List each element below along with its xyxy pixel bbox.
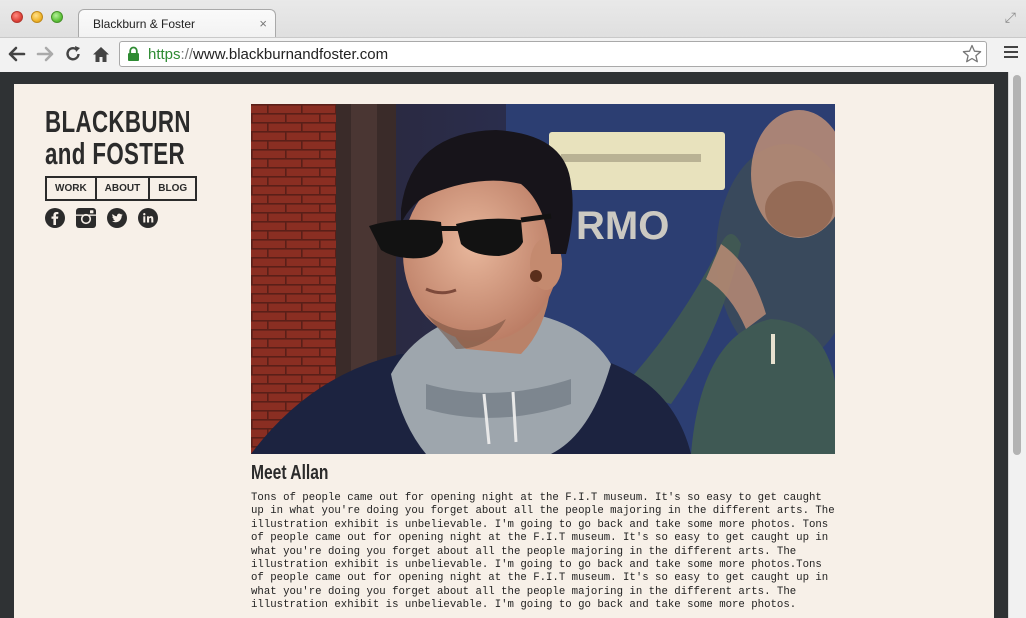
site-logo[interactable]: BLACKBURN and FOSTER — [45, 106, 191, 170]
page-content: BLACKBURN and FOSTER WORK ABOUT BLOG RMO… — [14, 84, 994, 618]
portrait-image: RMO — [251, 104, 835, 454]
linkedin-icon[interactable] — [138, 208, 158, 228]
url-scheme: https — [148, 46, 181, 63]
window-minimize-button[interactable] — [31, 11, 43, 23]
article-title: Meet Allan — [251, 462, 329, 484]
browser-toolbar: https://www.blackburnandfoster.com — [0, 37, 1026, 72]
svg-text:RMO: RMO — [576, 204, 669, 248]
window-maximize-button[interactable] — [51, 11, 63, 23]
nav-blog-link[interactable]: BLOG — [150, 178, 195, 199]
social-links — [45, 208, 158, 228]
back-arrow-icon — [8, 46, 26, 62]
logo-line-2: and FOSTER — [45, 136, 186, 171]
nav-about-link[interactable]: ABOUT — [97, 178, 151, 199]
nav-work-link[interactable]: WORK — [47, 178, 97, 199]
lock-icon — [128, 46, 139, 61]
instagram-icon[interactable] — [76, 208, 96, 228]
tab-close-icon[interactable]: × — [259, 16, 267, 31]
url-text[interactable]: https://www.blackburnandfoster.com — [148, 46, 388, 63]
tab-title: Blackburn & Foster — [93, 17, 196, 31]
forward-arrow-icon — [36, 46, 54, 62]
facebook-icon[interactable] — [45, 208, 65, 228]
logo-line-1: BLACKBURN — [45, 104, 191, 139]
hero-photo: RMO — [251, 104, 835, 454]
browser-tab[interactable]: Blackburn & Foster × — [78, 9, 276, 38]
scrollbar-thumb[interactable] — [1013, 75, 1021, 455]
browser-menu-icon[interactable] — [1004, 46, 1018, 61]
back-button[interactable] — [6, 42, 28, 66]
site-nav: WORK ABOUT BLOG — [45, 176, 198, 201]
url-host: www.blackburnandfoster.com — [193, 46, 389, 63]
fullscreen-icon[interactable]: ⤢ — [1005, 9, 1016, 26]
url-separator: :// — [180, 46, 194, 63]
bookmark-star-icon[interactable] — [962, 44, 982, 64]
article-body: Tons of people came out for opening nigh… — [251, 492, 835, 612]
home-button[interactable] — [90, 42, 112, 66]
reload-button[interactable] — [62, 42, 84, 66]
twitter-icon[interactable] — [107, 208, 127, 228]
home-icon — [93, 46, 109, 62]
forward-button[interactable] — [34, 42, 56, 66]
page-scrollbar[interactable] — [1008, 72, 1026, 618]
window-close-button[interactable] — [11, 11, 23, 23]
reload-icon — [66, 46, 80, 61]
address-bar[interactable]: https://www.blackburnandfoster.com — [119, 41, 987, 67]
browser-viewport: BLACKBURN and FOSTER WORK ABOUT BLOG RMO… — [0, 72, 1008, 618]
browser-chrome: Blackburn & Foster × ⤢ https://www.black… — [0, 0, 1026, 73]
